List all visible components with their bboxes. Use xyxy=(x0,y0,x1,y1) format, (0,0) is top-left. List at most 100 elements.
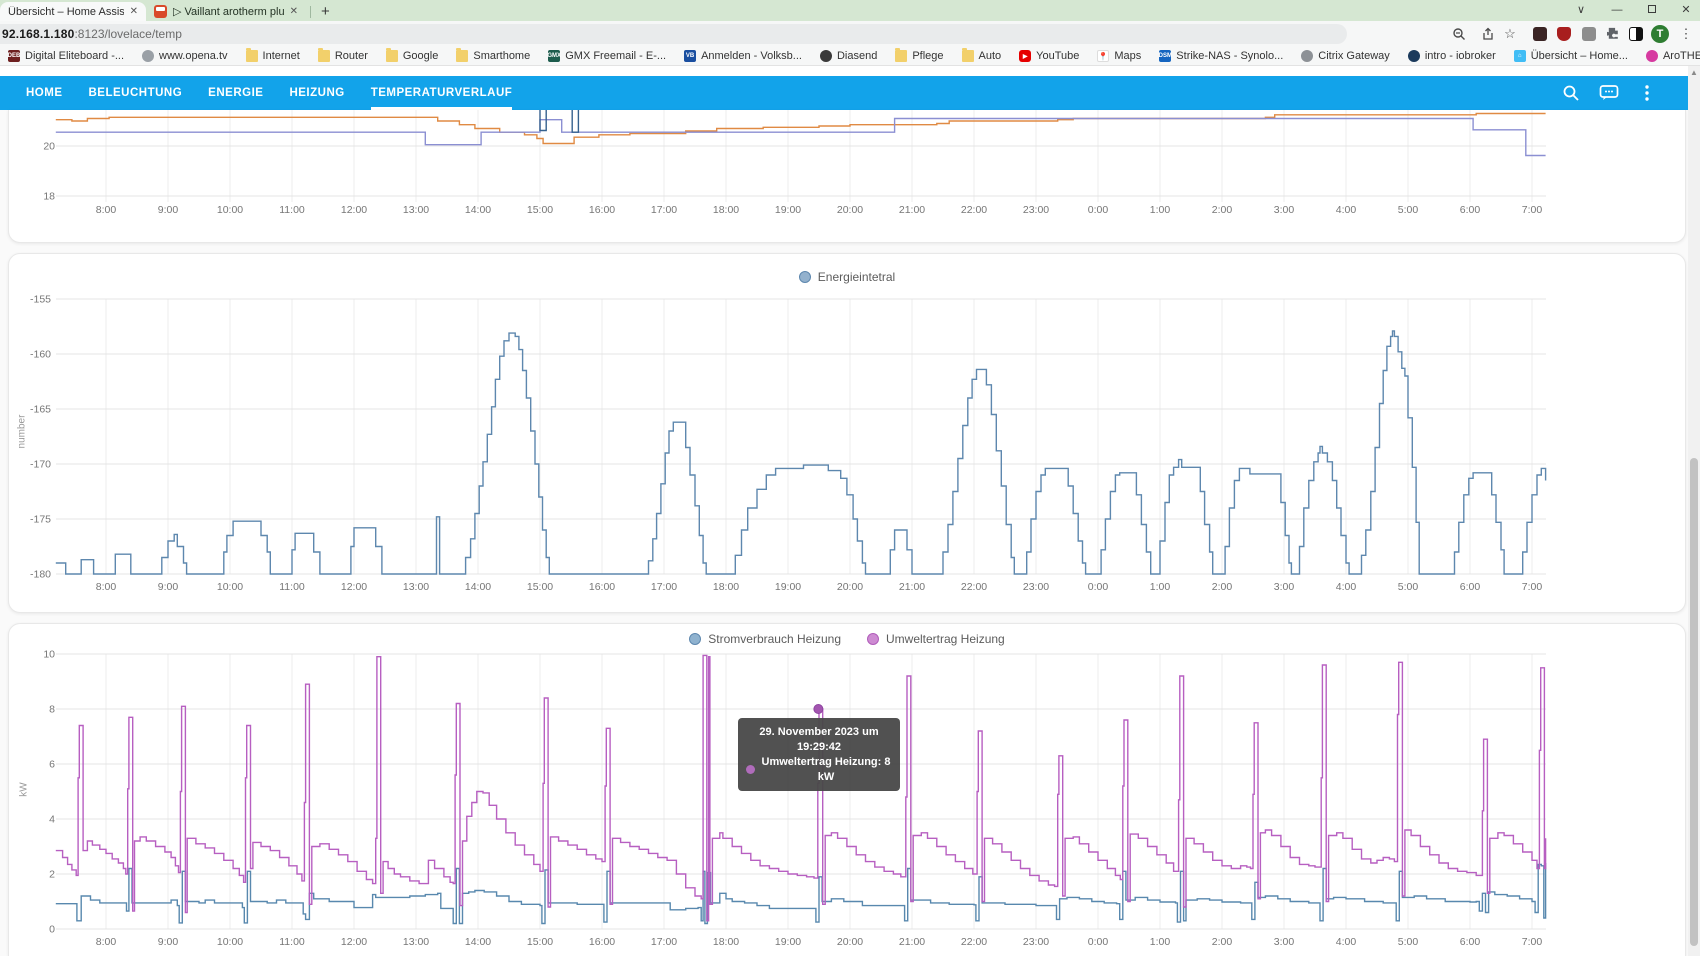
svg-text:16:00: 16:00 xyxy=(589,204,615,216)
bookmark-item[interactable]: Diasend xyxy=(820,50,877,62)
bookmark-item[interactable]: Google xyxy=(386,50,438,62)
tab-close-icon[interactable]: ✕ xyxy=(130,6,138,17)
legend-item-stromverbrauch[interactable]: Stromverbrauch Heizung xyxy=(689,632,841,646)
bookmark-label: YouTube xyxy=(1036,50,1079,62)
energy-integral-chart[interactable]: -155-160-165-170-175-1808:009:0010:0011:… xyxy=(9,254,1686,604)
tab-title: Übersicht – Home Assistant xyxy=(8,6,124,18)
bookmark-label: Internet xyxy=(263,50,300,62)
svg-text:6:00: 6:00 xyxy=(1460,204,1481,216)
bookmark-item[interactable]: VBAnmelden - Volksb... xyxy=(684,50,802,62)
bookmark-item[interactable]: Router xyxy=(318,50,368,62)
svg-text:16:00: 16:00 xyxy=(589,936,615,948)
svg-text:-180: -180 xyxy=(30,569,51,581)
bookmark-item[interactable]: AroTHERM plus VW... xyxy=(1646,50,1700,62)
extension-icon-3[interactable] xyxy=(1579,24,1599,44)
svg-text:9:00: 9:00 xyxy=(158,936,179,948)
window-chevron-icon[interactable]: ∨ xyxy=(1567,2,1595,18)
svg-text:20:00: 20:00 xyxy=(837,204,863,216)
browser-menu-icon[interactable]: ⋮ xyxy=(1676,24,1696,44)
tab-close-icon[interactable]: ✕ xyxy=(290,6,298,17)
bookmark-label: Strike-NAS - Synolo... xyxy=(1176,50,1283,62)
bookmark-label: GMX Freemail - E-... xyxy=(565,50,666,62)
home-assistant-page: HOME BELEUCHTUNG ENERGIE HEIZUNG TEMPERA… xyxy=(0,66,1688,956)
svg-text:18:00: 18:00 xyxy=(713,204,739,216)
overflow-menu-icon[interactable] xyxy=(1628,81,1666,105)
window-restore-button[interactable] xyxy=(1638,2,1666,18)
svg-text:1:00: 1:00 xyxy=(1150,204,1171,216)
bookmark-item[interactable]: ▶ YouTube xyxy=(1019,50,1079,62)
y-axis-title: kW xyxy=(19,782,30,796)
tab-beleuchtung[interactable]: BELEUCHTUNG xyxy=(89,76,183,110)
extension-icon-1[interactable] xyxy=(1530,24,1550,44)
svg-text:3:00: 3:00 xyxy=(1274,204,1295,216)
new-tab-button[interactable]: + xyxy=(321,3,330,20)
extension-darkreader-icon[interactable] xyxy=(1626,24,1646,44)
bookmark-item[interactable]: ⌂Übersicht – Home... xyxy=(1514,50,1628,62)
globe-icon xyxy=(1301,50,1313,62)
svg-text:15:00: 15:00 xyxy=(527,581,553,593)
bookmark-item[interactable]: Citrix Gateway xyxy=(1301,50,1390,62)
bookmark-item[interactable]: 📍Maps xyxy=(1097,50,1141,62)
browser-tab-vaillant[interactable]: ▷ Vaillant arotherm plus VWL 3 ✕ xyxy=(146,2,306,21)
assist-chat-icon[interactable] xyxy=(1590,81,1628,105)
legend-item-umweltertrag[interactable]: Umweltertrag Heizung xyxy=(867,632,1005,646)
extension-shield-icon[interactable] xyxy=(1554,24,1574,44)
scrollbar-up-arrow-icon[interactable]: ▲ xyxy=(1688,68,1700,77)
bookmark-item[interactable]: www.opena.tv xyxy=(142,50,227,62)
chart-tooltip: 29. November 2023 um 19:29:42 Umweltertr… xyxy=(738,718,900,791)
page-scrollbar[interactable]: ▲ xyxy=(1688,66,1700,956)
svg-text:4:00: 4:00 xyxy=(1336,204,1357,216)
bookmark-label: intro - iobroker xyxy=(1425,50,1496,62)
zoom-icon[interactable] xyxy=(1449,24,1469,44)
svg-text:0:00: 0:00 xyxy=(1088,936,1109,948)
youtube-icon: ▶ xyxy=(1019,50,1031,62)
svg-text:23:00: 23:00 xyxy=(1023,936,1049,948)
bookmark-item[interactable]: DEBDigital Eliteboard -... xyxy=(8,50,124,62)
temperature-chart[interactable]: 20188:009:0010:0011:0012:0013:0014:0015:… xyxy=(9,110,1686,243)
url-address-bar[interactable]: 92.168.1.180:8123/lovelace/temp xyxy=(0,24,1347,44)
site-square-icon: VB xyxy=(684,50,696,62)
svg-text:1:00: 1:00 xyxy=(1150,936,1171,948)
window-close-button[interactable]: ✕ xyxy=(1672,2,1700,18)
svg-text:9:00: 9:00 xyxy=(158,581,179,593)
svg-text:2:00: 2:00 xyxy=(1212,936,1233,948)
globe-icon xyxy=(1408,50,1420,62)
svg-text:22:00: 22:00 xyxy=(961,936,987,948)
svg-text:4:00: 4:00 xyxy=(1336,936,1357,948)
legend-item-energieintetral[interactable]: Energieintetral xyxy=(799,270,895,284)
bookmark-item[interactable]: Auto xyxy=(962,50,1002,62)
window-minimize-button[interactable]: — xyxy=(1603,2,1631,18)
browser-tab-home-assistant[interactable]: Übersicht – Home Assistant ✕ xyxy=(0,2,146,21)
heatpump-power-card: Stromverbrauch Heizung Umweltertrag Heiz… xyxy=(8,623,1686,956)
bookmark-item[interactable]: GMXGMX Freemail - E-... xyxy=(548,50,666,62)
search-icon[interactable] xyxy=(1552,81,1590,105)
share-icon[interactable] xyxy=(1478,24,1498,44)
bookmark-item[interactable]: intro - iobroker xyxy=(1408,50,1496,62)
tab-heizung[interactable]: HEIZUNG xyxy=(289,76,344,110)
bookmark-item[interactable]: Smarthome xyxy=(456,50,530,62)
tab-temperaturverlauf[interactable]: TEMPERATURVERLAUF xyxy=(371,76,513,110)
site-square-icon: DEB xyxy=(8,50,20,62)
bookmark-item[interactable]: Internet xyxy=(246,50,300,62)
svg-text:-160: -160 xyxy=(30,349,51,361)
svg-text:5:00: 5:00 xyxy=(1398,581,1419,593)
tab-home[interactable]: HOME xyxy=(26,76,63,110)
svg-text:20:00: 20:00 xyxy=(837,936,863,948)
svg-text:7:00: 7:00 xyxy=(1522,204,1543,216)
scrollbar-thumb[interactable] xyxy=(1690,458,1698,946)
svg-text:9:00: 9:00 xyxy=(158,204,179,216)
svg-text:12:00: 12:00 xyxy=(341,936,367,948)
folder-icon xyxy=(246,50,258,62)
bookmark-star-icon[interactable]: ☆ xyxy=(1500,24,1520,44)
svg-text:20:00: 20:00 xyxy=(837,581,863,593)
extensions-puzzle-icon[interactable] xyxy=(1604,24,1624,44)
svg-text:8: 8 xyxy=(49,704,55,716)
svg-text:14:00: 14:00 xyxy=(465,581,491,593)
svg-text:6: 6 xyxy=(49,759,55,771)
profile-avatar[interactable]: T xyxy=(1650,24,1670,44)
svg-text:12:00: 12:00 xyxy=(341,204,367,216)
bookmark-item[interactable]: Pflege xyxy=(895,50,943,62)
tab-energie[interactable]: ENERGIE xyxy=(208,76,263,110)
svg-text:15:00: 15:00 xyxy=(527,204,553,216)
bookmark-item[interactable]: DSMStrike-NAS - Synolo... xyxy=(1159,50,1283,62)
